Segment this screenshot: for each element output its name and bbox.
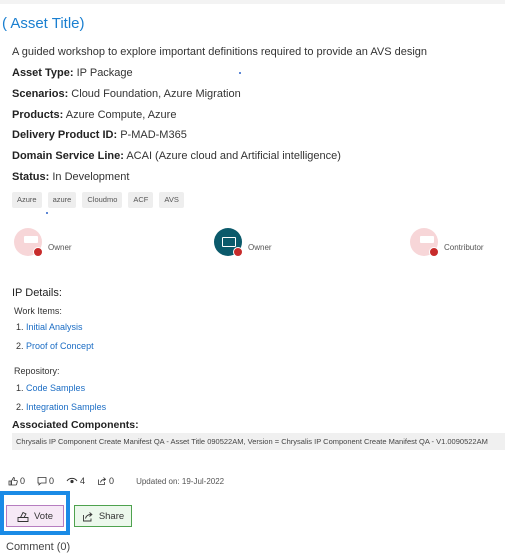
work-item: 2. Proof of Concept [16, 341, 94, 351]
updated-date: Updated on: 19-Jul-2022 [136, 476, 225, 486]
comments-count: 0 [49, 476, 55, 486]
share-icon [82, 511, 93, 521]
field-label: Domain Service Line: [12, 150, 124, 162]
item-number: 2. [16, 402, 24, 412]
person-name [248, 231, 398, 240]
tag-list: Azure azure Cloudmo ACF AVS [12, 192, 184, 208]
tag[interactable]: ACF [128, 192, 154, 208]
person-role: Owner [248, 243, 272, 252]
like-icon [8, 477, 18, 486]
asset-type-field: Asset Type: IP Package [12, 67, 133, 79]
ip-details-heading: IP Details: [12, 287, 62, 299]
associated-components-heading: Associated Components: [12, 419, 139, 431]
tag[interactable]: Cloudmo [82, 192, 123, 208]
vote-label: Vote [33, 510, 54, 522]
views-stat: 4 [66, 476, 85, 486]
contributor-card[interactable]: Contributor [410, 228, 505, 260]
eye-icon [66, 477, 78, 484]
products-field: Products: Azure Compute, Azure [12, 109, 176, 121]
repository-link[interactable]: Integration Samples [26, 402, 106, 412]
decorative-dot [46, 212, 48, 214]
avatar [410, 228, 439, 257]
person-role: Owner [48, 243, 72, 252]
field-value: ACAI (Azure cloud and Artificial intelli… [123, 150, 341, 162]
repository-item: 2. Integration Samples [16, 402, 106, 412]
comment-icon [37, 477, 47, 486]
person-role: Contributor [444, 243, 484, 252]
field-label: Delivery Product ID: [12, 129, 118, 141]
field-value: In Development [49, 171, 130, 183]
repository-label: Repository: [14, 366, 60, 376]
monitor-icon [222, 237, 236, 247]
work-item-link[interactable]: Initial Analysis [26, 322, 83, 332]
associated-component-value: Chrysalis IP Component Create Manifest Q… [12, 433, 505, 450]
owner-card[interactable]: Owner [214, 228, 404, 260]
status-badge [429, 247, 439, 257]
tag[interactable]: AVS [159, 192, 184, 208]
item-number: 2. [16, 341, 24, 351]
vote-button[interactable]: Vote [6, 505, 64, 527]
comments-stat[interactable]: 0 [37, 476, 54, 486]
tag[interactable]: azure [47, 192, 77, 208]
status-badge [33, 247, 43, 257]
field-label: Scenarios: [12, 88, 69, 100]
scenarios-field: Scenarios: Cloud Foundation, Azure Migra… [12, 88, 241, 100]
shares-stat[interactable]: 0 [97, 476, 114, 486]
shares-count: 0 [109, 476, 115, 486]
share-icon [98, 477, 107, 485]
share-button[interactable]: Share [74, 505, 132, 527]
delivery-product-id-field: Delivery Product ID: P-MAD-M365 [12, 129, 187, 141]
item-number: 1. [16, 322, 24, 332]
likes-count: 0 [20, 476, 26, 486]
person-name [48, 231, 198, 240]
work-item: 1. Initial Analysis [16, 322, 83, 332]
owner-card[interactable]: Owner [14, 228, 204, 260]
comments-heading: Comment (0) [6, 541, 71, 553]
person-name [444, 231, 505, 240]
avatar [14, 228, 43, 257]
status-field: Status: In Development [12, 171, 129, 183]
field-label: Status: [12, 171, 50, 183]
item-number: 1. [16, 383, 24, 393]
field-value: Cloud Foundation, Azure Migration [68, 88, 241, 100]
work-item-link[interactable]: Proof of Concept [26, 341, 94, 351]
field-value: Azure Compute, Azure [63, 109, 177, 121]
stats-bar: 0 0 4 0 Updated on: 19-Jul-2022 [8, 476, 224, 486]
likes-stat[interactable]: 0 [8, 476, 25, 486]
share-label: Share [98, 510, 125, 522]
asset-description: A guided workshop to explore important d… [12, 46, 427, 58]
repository-item: 1. Code Samples [16, 383, 85, 393]
field-value: IP Package [73, 67, 133, 79]
vote-icon [17, 511, 29, 522]
field-label: Asset Type: [12, 67, 74, 79]
status-badge [233, 247, 243, 257]
repository-link[interactable]: Code Samples [26, 383, 85, 393]
views-count: 4 [80, 476, 86, 486]
field-value: P-MAD-M365 [117, 129, 187, 141]
asset-title: ( Asset Title) [2, 15, 85, 32]
tag[interactable]: Azure [12, 192, 42, 208]
decorative-dot [239, 72, 241, 74]
top-divider [0, 0, 505, 4]
avatar [214, 228, 243, 257]
work-items-label: Work Items: [14, 306, 62, 316]
domain-service-line-field: Domain Service Line: ACAI (Azure cloud a… [12, 150, 341, 162]
field-label: Products: [12, 109, 64, 121]
